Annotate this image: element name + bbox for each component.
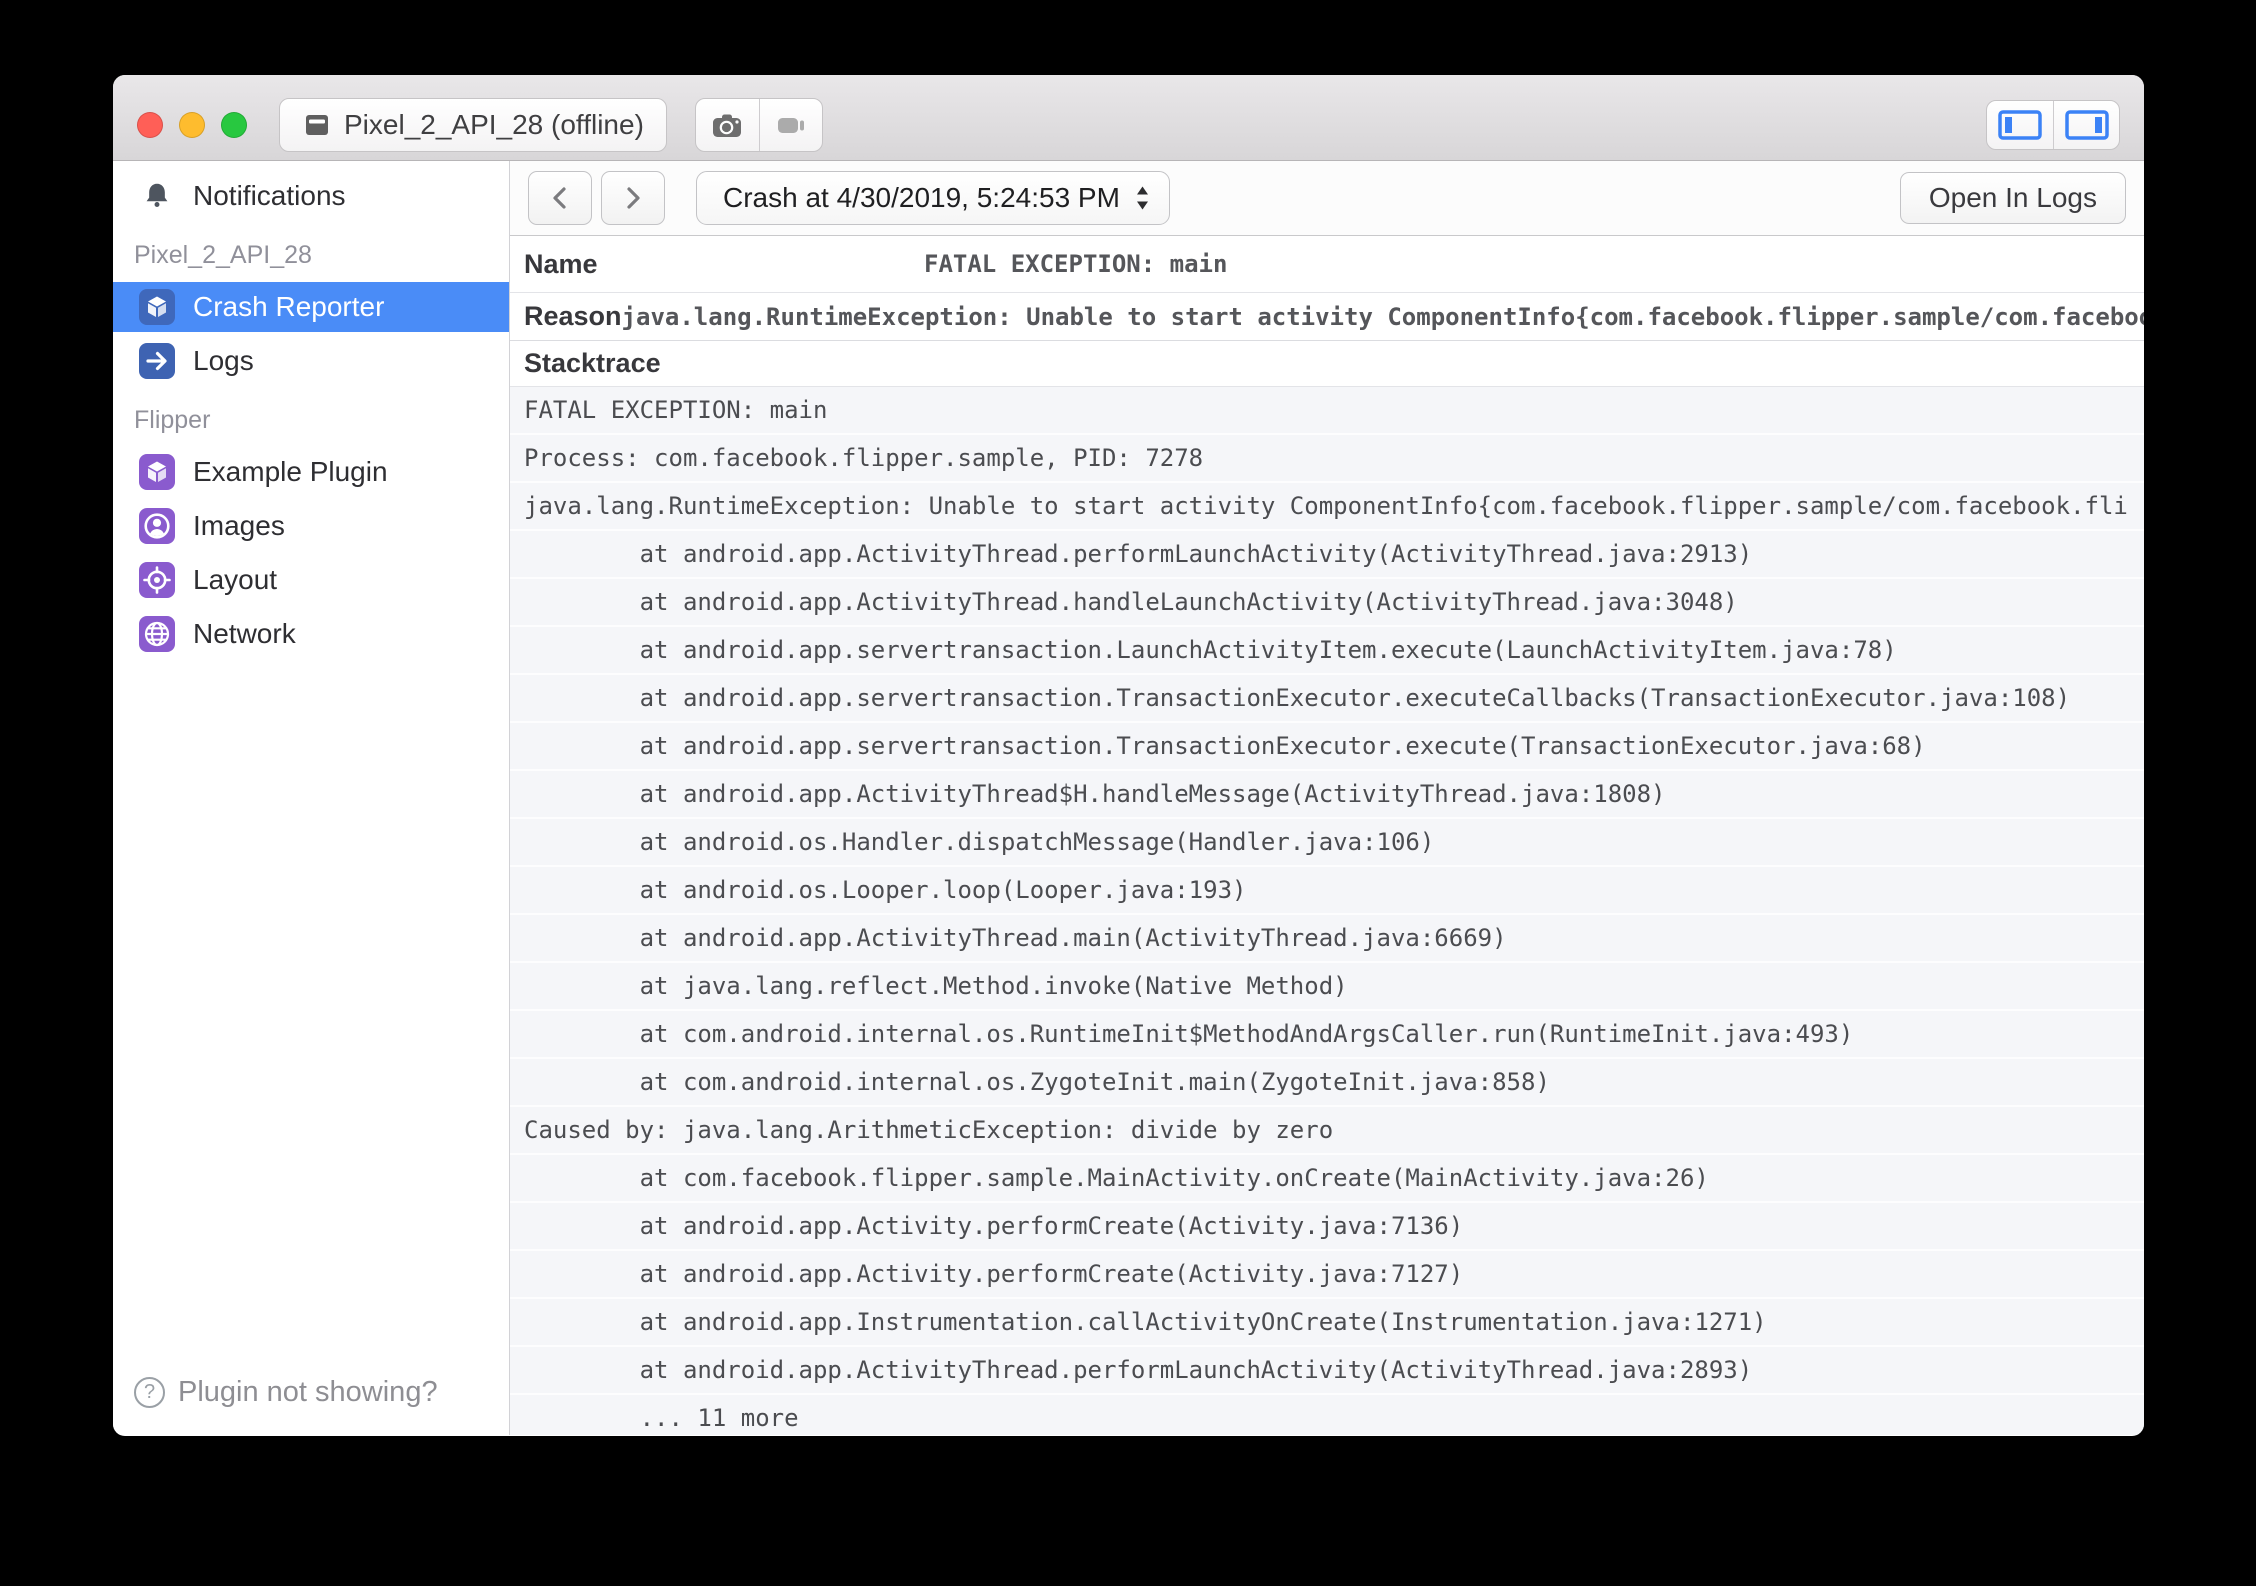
stacktrace-line: Process: com.facebook.flipper.sample, PI…	[510, 435, 2144, 483]
stacktrace-line: at android.os.Handler.dispatchMessage(Ha…	[510, 819, 2144, 867]
chevron-right-icon	[621, 182, 645, 214]
close-button[interactable]	[137, 112, 163, 138]
stacktrace-line: ... 11 more	[510, 1395, 2144, 1435]
cube-icon	[139, 289, 175, 325]
bell-icon	[139, 179, 175, 213]
crash-reason-value: java.lang.RuntimeException: Unable to st…	[622, 303, 2144, 331]
open-in-logs-label: Open In Logs	[1929, 182, 2097, 214]
camera-icon	[710, 110, 744, 140]
profile-icon	[139, 508, 175, 544]
sidebar-item-crash-reporter[interactable]: Crash Reporter	[113, 282, 509, 332]
stacktrace-line: at android.os.Looper.loop(Looper.java:19…	[510, 867, 2144, 915]
globe-icon	[139, 616, 175, 652]
capture-controls	[695, 98, 823, 152]
device-selector-label: Pixel_2_API_28 (offline)	[344, 109, 644, 141]
main-panel: Crash at 4/30/2019, 5:24:53 PM Open In L…	[510, 161, 2144, 1435]
sidebar-item-example-plugin[interactable]: Example Plugin	[113, 447, 509, 497]
minimize-button[interactable]	[179, 112, 205, 138]
flipper-window: Pixel_2_API_28 (offline)	[113, 75, 2144, 1436]
crash-name-row: Name FATAL EXCEPTION: main	[510, 236, 2144, 293]
cube-icon	[139, 454, 175, 490]
previous-crash-button[interactable]	[528, 171, 592, 225]
stacktrace-line: at android.app.Instrumentation.callActiv…	[510, 1299, 2144, 1347]
stacktrace-line: at android.app.ActivityThread.handleLaun…	[510, 579, 2144, 627]
crash-toolbar: Crash at 4/30/2019, 5:24:53 PM Open In L…	[510, 161, 2144, 236]
dropdown-spinner-icon	[1134, 183, 1151, 213]
zoom-button[interactable]	[221, 112, 247, 138]
stacktrace-line: at android.app.ActivityThread.performLau…	[510, 531, 2144, 579]
plugin-sidebar: Notifications Pixel_2_API_28 Crash Repor…	[113, 161, 510, 1435]
stacktrace-line: at com.facebook.flipper.sample.MainActiv…	[510, 1155, 2144, 1203]
sidebar-item-label: Images	[193, 510, 285, 542]
sidebar-item-network[interactable]: Network	[113, 609, 509, 659]
arrow-right-icon	[139, 343, 175, 379]
screenshot-button[interactable]	[696, 99, 759, 151]
sidebar-item-images[interactable]: Images	[113, 501, 509, 551]
question-icon: ?	[134, 1377, 165, 1408]
crash-name-value: FATAL EXCEPTION: main	[924, 250, 1227, 278]
right-sidebar-icon	[2064, 108, 2110, 142]
left-sidebar-icon	[1997, 108, 2043, 142]
chevron-left-icon	[548, 182, 572, 214]
sidebar-section-flipper: Flipper	[113, 388, 509, 445]
stacktrace-line: at com.android.internal.os.ZygoteInit.ma…	[510, 1059, 2144, 1107]
stacktrace-line: Caused by: java.lang.ArithmeticException…	[510, 1107, 2144, 1155]
crash-reason-row: Reason java.lang.RuntimeException: Unabl…	[510, 293, 2144, 341]
stacktrace-line: at android.app.servertransaction.Transac…	[510, 723, 2144, 771]
sidebar-item-layout[interactable]: Layout	[113, 555, 509, 605]
stacktrace-line: at com.android.internal.os.RuntimeInit$M…	[510, 1011, 2144, 1059]
sidebar-item-label: Example Plugin	[193, 456, 388, 488]
stacktrace-line: java.lang.RuntimeException: Unable to st…	[510, 483, 2144, 531]
target-icon	[139, 562, 175, 598]
sidebar-item-label: Logs	[193, 345, 254, 377]
video-camera-icon	[774, 110, 808, 140]
sidebar-item-label: Layout	[193, 564, 277, 596]
titlebar: Pixel_2_API_28 (offline)	[113, 75, 2144, 161]
sidebar-item-label: Network	[193, 618, 296, 650]
panel-toggles	[1986, 100, 2120, 150]
stacktrace-line: at android.app.Activity.performCreate(Ac…	[510, 1203, 2144, 1251]
toggle-left-sidebar-button[interactable]	[1987, 101, 2053, 149]
plugin-not-showing-link[interactable]: ? Plugin not showing?	[113, 1376, 509, 1435]
stacktrace-line: at java.lang.reflect.Method.invoke(Nativ…	[510, 963, 2144, 1011]
sidebar-item-notifications[interactable]: Notifications	[113, 171, 509, 221]
stacktrace-line: at android.app.ActivityThread.main(Activ…	[510, 915, 2144, 963]
stacktrace-label: Stacktrace	[524, 348, 661, 379]
crash-selector-value: Crash at 4/30/2019, 5:24:53 PM	[723, 182, 1120, 214]
sidebar-item-label: Crash Reporter	[193, 291, 384, 323]
open-in-logs-button[interactable]: Open In Logs	[1900, 172, 2126, 224]
window-controls	[137, 112, 247, 138]
stacktrace-line: at android.app.servertransaction.Transac…	[510, 675, 2144, 723]
crash-detail-table[interactable]: Name FATAL EXCEPTION: main Reason java.l…	[510, 236, 2144, 1435]
plugin-not-showing-label: Plugin not showing?	[178, 1376, 438, 1409]
device-selector-button[interactable]: Pixel_2_API_28 (offline)	[279, 98, 667, 152]
reason-label: Reason	[524, 301, 622, 332]
crash-selector-dropdown[interactable]: Crash at 4/30/2019, 5:24:53 PM	[696, 171, 1170, 225]
device-icon	[302, 110, 332, 140]
sidebar-item-logs[interactable]: Logs	[113, 336, 509, 386]
stacktrace-line: FATAL EXCEPTION: main	[510, 387, 2144, 435]
stacktrace-line: at android.app.ActivityThread$H.handleMe…	[510, 771, 2144, 819]
stacktrace-line: at android.app.servertransaction.LaunchA…	[510, 627, 2144, 675]
app-body: Notifications Pixel_2_API_28 Crash Repor…	[113, 161, 2144, 1435]
name-label: Name	[524, 249, 598, 280]
stacktrace-line: at android.app.ActivityThread.performLau…	[510, 1347, 2144, 1395]
next-crash-button[interactable]	[601, 171, 665, 225]
toggle-right-sidebar-button[interactable]	[2053, 101, 2119, 149]
stacktrace-header-row: Stacktrace	[510, 341, 2144, 387]
sidebar-section-device: Pixel_2_API_28	[113, 223, 509, 280]
sidebar-item-label: Notifications	[193, 180, 346, 212]
stacktrace-line: at android.app.Activity.performCreate(Ac…	[510, 1251, 2144, 1299]
screen-record-button[interactable]	[759, 99, 822, 151]
